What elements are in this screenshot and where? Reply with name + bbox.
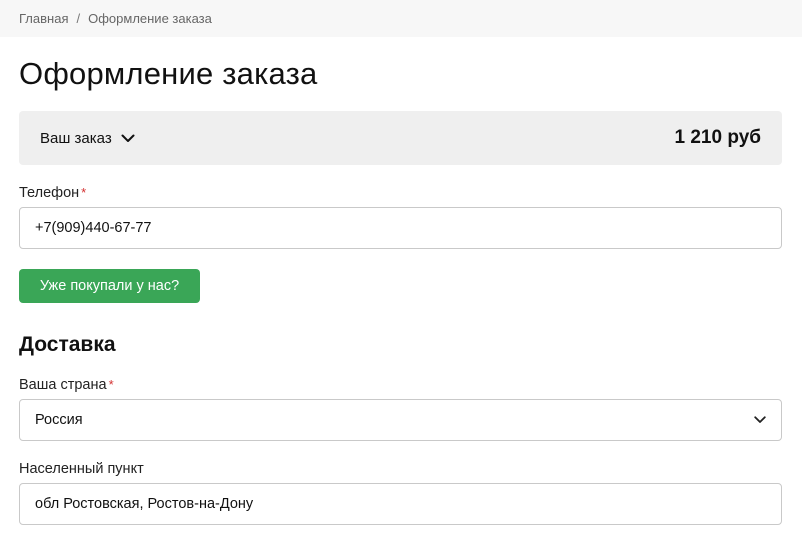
phone-label: Телефон * <box>19 185 86 201</box>
country-label-text: Ваша страна <box>19 377 107 393</box>
country-label: Ваша страна * <box>19 377 114 393</box>
required-mark: * <box>108 377 114 392</box>
order-summary-toggle[interactable]: Ваш заказ 1 210 руб <box>19 111 782 165</box>
order-summary-label-group: Ваш заказ <box>40 130 135 147</box>
phone-input-value: +7(909)440-67-77 <box>35 220 152 236</box>
phone-input[interactable]: +7(909)440-67-77 <box>19 207 782 249</box>
breadcrumb-separator: / <box>76 11 81 26</box>
locality-label-text: Населенный пункт <box>19 461 144 477</box>
returning-customer-button[interactable]: Уже покупали у нас? <box>19 269 200 303</box>
locality-input-value: обл Ростовская, Ростов-на-Дону <box>35 496 254 512</box>
locality-label: Населенный пункт <box>19 461 144 477</box>
breadcrumb: Главная / Оформление заказа <box>0 0 802 37</box>
locality-input[interactable]: обл Ростовская, Ростов-на-Дону <box>19 483 782 525</box>
required-mark: * <box>81 185 87 200</box>
breadcrumb-current: Оформление заказа <box>88 11 212 26</box>
delivery-section-title: Доставка <box>19 333 116 356</box>
chevron-down-icon <box>121 134 135 143</box>
chevron-down-icon <box>754 416 766 424</box>
country-select[interactable]: Россия <box>19 399 782 441</box>
country-select-value: Россия <box>35 412 83 428</box>
order-summary-label: Ваш заказ <box>40 129 112 147</box>
phone-label-text: Телефон <box>19 185 80 201</box>
page-title: Оформление заказа <box>19 56 318 91</box>
order-total: 1 210 руб <box>674 127 761 148</box>
breadcrumb-home-link[interactable]: Главная <box>19 11 68 26</box>
